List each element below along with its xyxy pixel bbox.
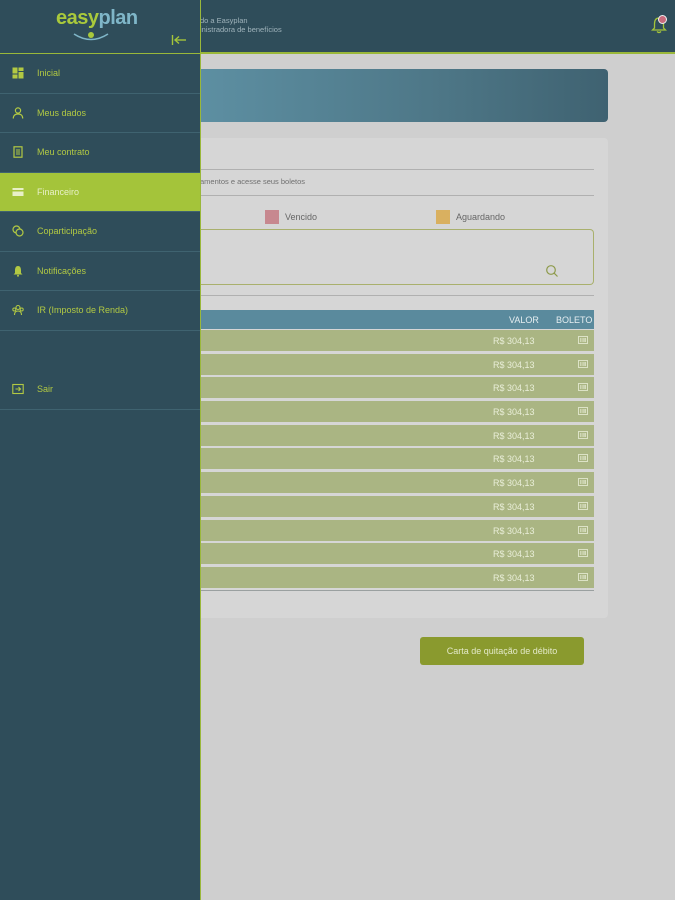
sidebar-item-inicial[interactable]: Inicial: [0, 54, 200, 94]
row-valor: R$ 304,13: [493, 549, 535, 560]
table-row: R$ 304,13: [200, 330, 594, 351]
barcode-icon[interactable]: [578, 453, 588, 463]
vencido-swatch: [265, 210, 279, 224]
barcode-icon[interactable]: [578, 477, 588, 487]
logo-easy: easy: [56, 7, 99, 29]
logo-eye-icon: [73, 32, 109, 41]
sidebar-menu: Inicial Meus dados Meu contrato Financei…: [0, 53, 200, 410]
sidebar-item-label: Financeiro: [37, 186, 80, 197]
table-row: R$ 304,13: [200, 448, 594, 470]
barcode-icon[interactable]: [578, 406, 588, 416]
table-body: R$ 304,13 R$ 304,13 R$ 304,13 R$ 304,13 …: [200, 330, 594, 591]
sidebar-item-label: Notificações: [37, 265, 87, 276]
sidebar-item-coparticipacao[interactable]: Coparticipação: [0, 212, 200, 252]
menu-spacer: [0, 331, 200, 371]
group-icon: [12, 305, 24, 316]
sidebar-item-label: Meus dados: [37, 107, 87, 118]
aguardando-swatch: [436, 210, 450, 224]
legend-vencido: Vencido: [265, 210, 317, 224]
logout-icon: [12, 384, 24, 395]
sidebar-item-label: Meu contrato: [37, 147, 90, 158]
carta-quitacao-button[interactable]: Carta de quitação de débito: [420, 637, 584, 665]
search-box[interactable]: [200, 229, 594, 285]
barcode-icon[interactable]: [578, 572, 588, 582]
table-row: R$ 304,13: [200, 566, 594, 588]
row-valor: R$ 304,13: [493, 359, 535, 370]
row-valor: R$ 304,13: [493, 525, 535, 536]
row-valor: R$ 304,13: [493, 383, 535, 394]
barcode-icon[interactable]: [578, 335, 588, 345]
table-row: R$ 304,13: [200, 401, 594, 423]
user-icon: [12, 107, 24, 119]
row-valor: R$ 304,13: [493, 407, 535, 418]
divider: [200, 169, 594, 170]
barcode-icon[interactable]: [578, 501, 588, 511]
bell-icon: [13, 265, 23, 277]
table-row: R$ 304,13: [200, 495, 594, 517]
row-valor: R$ 304,13: [493, 501, 535, 512]
dashboard-icon: [12, 67, 24, 79]
divider: [200, 295, 594, 296]
welcome-line-2: inistradora de benefícios: [200, 25, 282, 34]
search-icon[interactable]: [545, 264, 559, 278]
table-bottom-line: [200, 590, 594, 591]
table-row: R$ 304,13: [200, 353, 594, 375]
col-valor: VALOR: [509, 315, 539, 325]
barcode-icon[interactable]: [578, 382, 588, 392]
sidebar-item-meus-dados[interactable]: Meus dados: [0, 94, 200, 133]
row-valor: R$ 304,13: [493, 454, 535, 465]
barcode-icon[interactable]: [578, 525, 588, 535]
card-subtitle: amentos e acesse seus boletos: [200, 177, 306, 186]
table-row: R$ 304,13: [200, 543, 594, 565]
collapse-sidebar-icon[interactable]: [171, 34, 187, 46]
card-icon: [12, 187, 24, 196]
row-valor: R$ 304,13: [493, 478, 535, 489]
table-header: VALOR BOLETO: [200, 310, 594, 329]
logo-plan: plan: [98, 7, 139, 29]
legend-aguardando: Aguardando: [436, 210, 505, 224]
welcome-text: do a Easyplan inistradora de benefícios: [200, 16, 282, 34]
sidebar-item-label: Inicial: [37, 68, 61, 79]
table-row: R$ 304,13: [200, 424, 594, 446]
table-row: R$ 304,13: [200, 519, 594, 541]
sidebar: easyplan Inicial Meus dados Meu contrato…: [0, 0, 201, 900]
row-valor: R$ 304,13: [493, 336, 535, 346]
notification-badge: [658, 15, 667, 24]
barcode-icon[interactable]: [578, 359, 588, 369]
legend-aguardando-label: Aguardando: [456, 212, 506, 222]
sidebar-item-label: IR (Imposto de Renda): [37, 305, 129, 316]
row-valor: R$ 304,13: [493, 572, 535, 583]
welcome-line-1: do a Easyplan: [200, 16, 248, 25]
sidebar-item-label: Sair: [37, 384, 54, 395]
sidebar-item-ir[interactable]: IR (Imposto de Renda): [0, 291, 200, 331]
barcode-icon[interactable]: [578, 548, 588, 558]
notifications-bell-icon[interactable]: [650, 15, 669, 36]
coins-icon: [12, 225, 24, 237]
divider: [200, 195, 594, 196]
sidebar-item-notificacoes[interactable]: Notificações: [0, 252, 200, 291]
document-icon: [13, 146, 23, 159]
row-valor: R$ 304,13: [493, 430, 535, 441]
sidebar-item-sair[interactable]: Sair: [0, 370, 200, 410]
table-row: R$ 304,13: [200, 472, 594, 494]
easyplan-logo: easyplan: [56, 7, 146, 41]
col-boleto: BOLETO: [556, 315, 593, 325]
page-banner: [200, 69, 608, 122]
sidebar-item-meu-contrato[interactable]: Meu contrato: [0, 133, 200, 173]
sidebar-item-financeiro[interactable]: Financeiro: [0, 172, 200, 212]
legend-vencido-label: Vencido: [285, 212, 318, 222]
sidebar-item-label: Coparticipação: [37, 226, 98, 237]
barcode-icon[interactable]: [578, 430, 588, 440]
table-row: R$ 304,13: [200, 377, 594, 399]
financeiro-card: amentos e acesse seus boletos Vencido Ag…: [200, 138, 608, 618]
